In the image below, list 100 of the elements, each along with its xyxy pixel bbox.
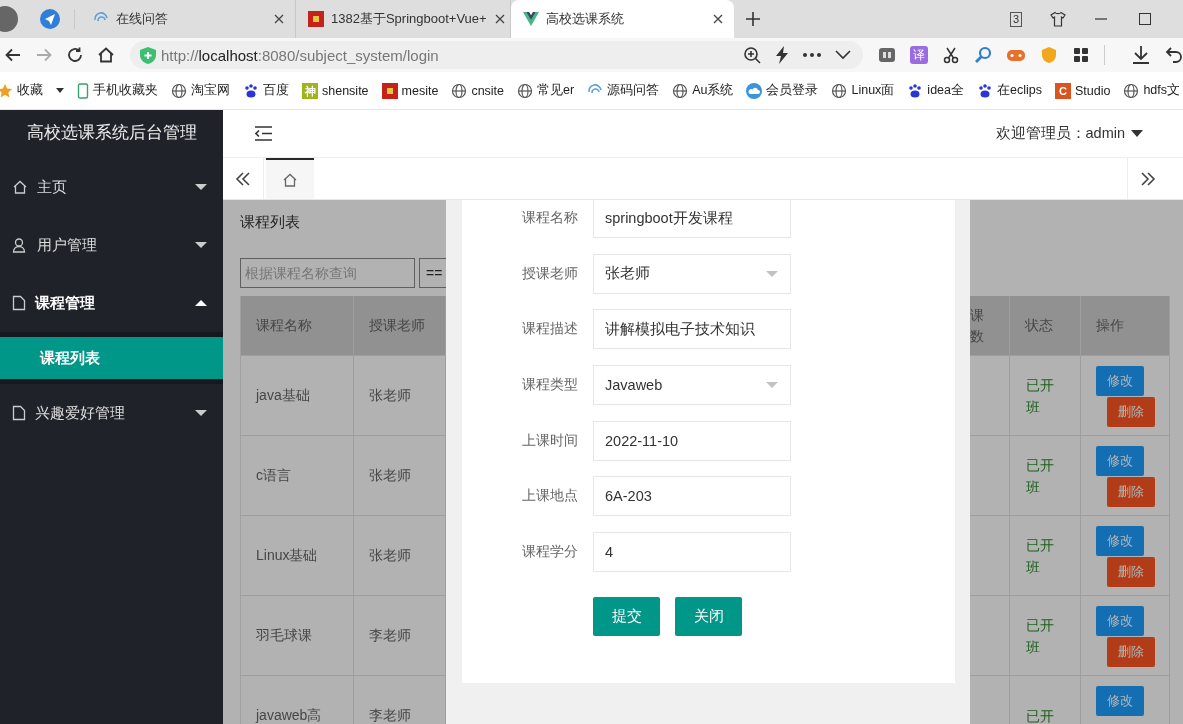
home-icon[interactable]: [97, 46, 115, 64]
sidebar-item[interactable]: 兴趣爱好管理: [0, 384, 223, 442]
bookmark-link[interactable]: C Studio: [1054, 82, 1111, 99]
bookmark-link[interactable]: Au系统: [672, 82, 734, 99]
column-header: 授课老师: [354, 296, 446, 356]
back-icon[interactable]: [4, 46, 22, 64]
send-icon[interactable]: [40, 9, 60, 29]
close-icon[interactable]: [493, 13, 506, 25]
table-cell: c语言: [241, 436, 354, 516]
status-cell: 已开班: [1010, 596, 1081, 676]
column-header: 课数: [970, 296, 1010, 356]
document-icon: [12, 405, 26, 421]
site-icon: C: [1054, 82, 1071, 99]
translate-icon[interactable]: 译: [910, 46, 928, 64]
page-tab[interactable]: [266, 158, 314, 199]
new-tab-icon[interactable]: [746, 12, 760, 26]
document-icon: [12, 295, 26, 311]
page-title: 课程列表: [240, 213, 300, 232]
shirt-icon[interactable]: [1050, 11, 1066, 27]
paw-icon: [907, 82, 924, 99]
chevron-down-icon[interactable]: [835, 50, 851, 60]
sidebar-item[interactable]: 主页: [0, 158, 223, 216]
select-field[interactable]: 张老师: [593, 253, 791, 294]
caret-down-icon[interactable]: [56, 88, 64, 93]
sidebar-item[interactable]: 课程管理: [0, 274, 223, 332]
input-field[interactable]: 6A-203: [593, 476, 791, 517]
input-field[interactable]: 2022-11-10: [593, 420, 791, 461]
bookmark-link[interactable]: 在eclips: [977, 82, 1042, 99]
lightning-icon[interactable]: [775, 46, 789, 64]
bookmark-link[interactable]: idea全: [907, 82, 964, 99]
input-field[interactable]: 4: [593, 532, 791, 573]
star-icon: [0, 82, 13, 99]
column-header: 课程名称: [241, 296, 354, 356]
book-icon[interactable]: [878, 46, 896, 64]
grid-icon[interactable]: [1072, 46, 1090, 64]
address-field[interactable]: http://localhost:8080/subject_system/login: [130, 41, 863, 69]
globe-icon: [517, 82, 534, 99]
bookmark-link[interactable]: 神 shensite: [302, 82, 369, 99]
globe-icon: [672, 82, 689, 99]
globe-icon: [171, 82, 187, 99]
bookmark-link[interactable]: 常见er: [517, 82, 575, 99]
column-header: 状态: [1010, 296, 1081, 356]
paw-icon: [977, 82, 993, 99]
user-icon: [12, 237, 28, 253]
close-button[interactable]: 关闭: [675, 597, 742, 637]
globe-icon: [1123, 82, 1140, 99]
maximize-icon[interactable]: [1139, 13, 1151, 25]
table-cell: 羽毛球课: [241, 596, 354, 676]
bookmark-link[interactable]: 淘宝网: [171, 82, 230, 99]
input-field[interactable]: 讲解模拟电子技术知识: [593, 309, 791, 350]
zoom-icon[interactable]: [743, 46, 761, 64]
seal-icon: [381, 82, 398, 99]
column-header: 操作: [1081, 296, 1170, 356]
status-cell: 已开班: [1010, 436, 1081, 516]
field-label: 上课地点: [521, 487, 578, 506]
sidebar-subitem[interactable]: 课程列表: [0, 337, 223, 379]
menu-fold-icon[interactable]: [255, 126, 272, 141]
bookmark-link[interactable]: 源码问答: [587, 82, 660, 99]
field-label: 课程描述: [521, 320, 578, 339]
bookmark-link[interactable]: hdfs文: [1123, 82, 1181, 99]
bookmark-link[interactable]: 百度: [243, 82, 289, 99]
double-chevron-left-icon[interactable]: [235, 170, 251, 187]
status-cell: 已开: [1010, 676, 1081, 724]
submit-button[interactable]: 提交: [593, 597, 660, 637]
field-label: 授课老师: [521, 264, 578, 283]
status-cell: 已开班: [1010, 356, 1081, 436]
home-icon: [282, 171, 298, 188]
search-icon[interactable]: [974, 46, 992, 64]
phone-icon: [77, 82, 89, 99]
double-chevron-right-icon[interactable]: [1140, 170, 1156, 187]
close-icon[interactable]: [273, 13, 285, 25]
scissors-icon[interactable]: [942, 46, 960, 64]
bookmark-link[interactable]: 会员登录: [746, 82, 819, 99]
seal-icon: [308, 11, 324, 27]
bookmark-link[interactable]: Linux面: [831, 82, 895, 99]
browser-tab[interactable]: 高校选课系统: [511, 0, 734, 38]
more-icon[interactable]: [803, 53, 821, 57]
download-icon[interactable]: [1131, 45, 1151, 65]
table-cell: javaweb高: [241, 676, 354, 724]
bookmark-link[interactable]: 手机收藏夹: [77, 82, 158, 99]
undo-icon[interactable]: [1165, 46, 1183, 64]
user-menu[interactable]: 欢迎管理员：admin: [995, 124, 1125, 143]
sidebar-title: 高校选课系统后台管理: [25, 122, 198, 144]
caret-down-icon[interactable]: [1131, 130, 1143, 137]
field-label: 课程类型: [521, 376, 578, 395]
close-icon[interactable]: [712, 13, 724, 25]
v-logo-icon: [523, 12, 539, 26]
bookmark-link[interactable]: mesite: [381, 82, 439, 99]
reload-icon[interactable]: [66, 46, 84, 64]
bookmark-link[interactable]: 收藏: [0, 82, 43, 99]
bookmark-link[interactable]: cnsite: [451, 82, 505, 99]
home-icon: [12, 179, 28, 195]
select-field[interactable]: Javaweb: [593, 365, 791, 406]
cloud-icon: [746, 82, 763, 99]
tab-count[interactable]: 3: [1009, 11, 1022, 27]
table-cell: java基础: [241, 356, 354, 436]
globe-icon: [451, 82, 468, 99]
input-field[interactable]: springboot开发课程: [593, 200, 791, 238]
search-field[interactable]: 根据课程名称查询: [240, 258, 415, 288]
sidebar-item[interactable]: 用户管理: [0, 216, 223, 274]
